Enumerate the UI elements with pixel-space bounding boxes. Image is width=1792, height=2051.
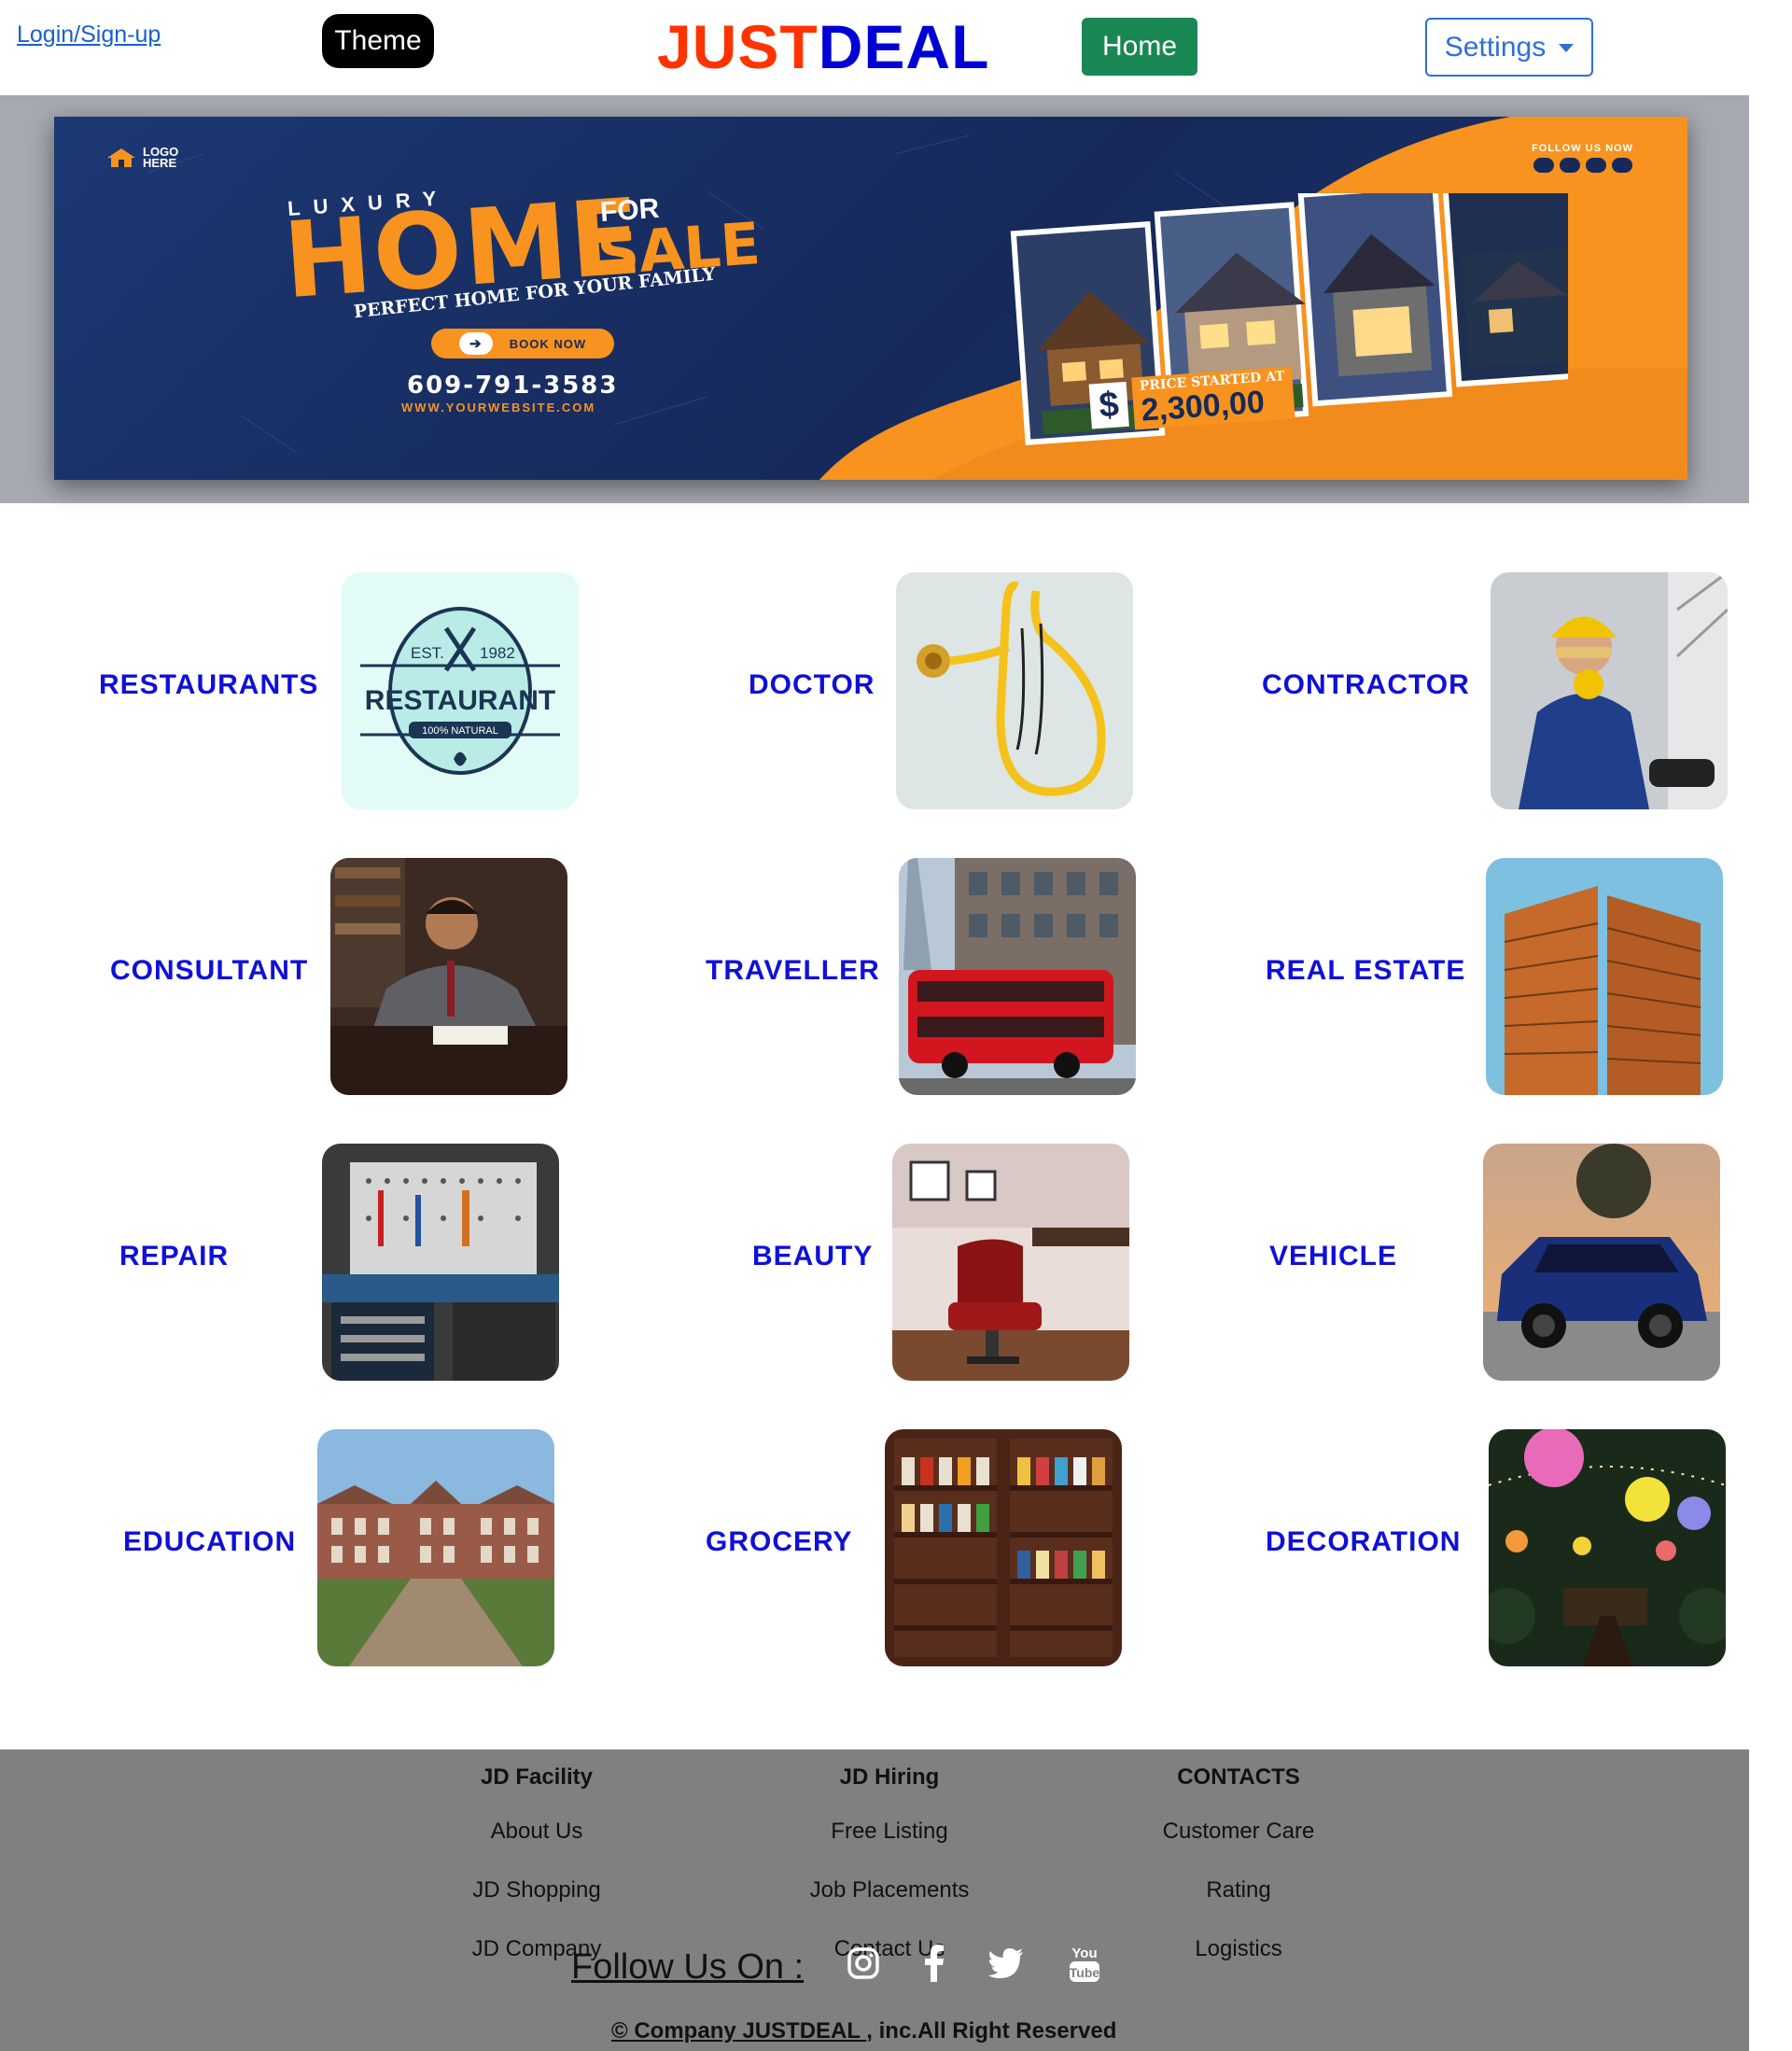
stethoscope-image — [896, 572, 1133, 809]
category-label-restaurants[interactable]: RESTAURANTS — [99, 669, 318, 701]
category-label-decoration[interactable]: DECORATION — [1266, 1526, 1461, 1558]
category-image-restaurants[interactable]: EST. 1982 RESTAURANT 100% NATURAL — [342, 572, 579, 809]
brand-part-deal: DEAL — [818, 12, 990, 81]
footer-column-jd-facility: JD Facility About Us JD Shopping JD Comp… — [397, 1749, 677, 1978]
contractor-worker-image — [1491, 572, 1728, 809]
category-label-consultant[interactable]: CONSULTANT — [110, 955, 308, 987]
house-icon — [107, 148, 135, 167]
barber-chair-image — [892, 1144, 1129, 1381]
footer-column-title: CONTACTS — [1177, 1764, 1300, 1790]
youtube-tube-text: Tube — [1070, 1965, 1100, 1980]
badge-ribbon-text: 100% NATURAL — [422, 725, 498, 737]
banner-section: LOGO HERE FOLLOW US NOW LUXURY HOME FOR … — [0, 95, 1749, 503]
footer-link-job-placements[interactable]: Job Placements — [749, 1861, 1029, 1919]
category-label-doctor[interactable]: DOCTOR — [749, 669, 875, 701]
caret-down-icon — [1559, 44, 1575, 52]
youtube-you-text: You — [1071, 1946, 1097, 1961]
category-label-repair[interactable]: REPAIR — [119, 1241, 229, 1272]
badge-title-text: RESTAURANT — [365, 685, 555, 716]
category-image-vehicle[interactable] — [1483, 1144, 1720, 1381]
blue-suv-image — [1483, 1144, 1720, 1381]
category-label-real-estate[interactable]: REAL ESTATE — [1266, 955, 1465, 987]
lanterns-image — [1489, 1429, 1726, 1666]
twitter-icon — [1559, 158, 1580, 173]
category-label-contractor[interactable]: CONTRACTOR — [1262, 669, 1470, 701]
banner-website: WWW.YOURWEBSITE.COM — [401, 400, 596, 414]
category-image-consultant[interactable] — [330, 858, 567, 1095]
category-image-beauty[interactable] — [892, 1144, 1129, 1381]
college-building-image — [317, 1429, 554, 1666]
home-button[interactable]: Home — [1082, 18, 1197, 76]
badge-year-text: 1982 — [480, 644, 515, 662]
dollar-icon: $ — [1088, 381, 1129, 429]
grocery-shelves-image — [885, 1429, 1122, 1666]
consultant-writing-image — [330, 858, 567, 1095]
category-label-education[interactable]: EDUCATION — [123, 1526, 296, 1558]
home-for-sale-banner[interactable]: LOGO HERE FOLLOW US NOW LUXURY HOME FOR … — [54, 117, 1687, 480]
tool-wall-image — [322, 1144, 559, 1381]
footer-link-rating[interactable]: Rating — [1099, 1861, 1379, 1919]
login-signup-link[interactable]: Login/Sign-up — [17, 21, 161, 49]
copyright-company-link[interactable]: © Company JUSTDEAL — [611, 2018, 866, 2044]
arrow-right-icon: ➔ — [458, 332, 493, 355]
book-now-label: BOOK NOW — [509, 336, 587, 351]
red-bus-image — [899, 858, 1136, 1095]
footer-column-title: JD Facility — [480, 1764, 594, 1790]
category-image-education[interactable] — [317, 1429, 554, 1666]
restaurant-logo-image: EST. 1982 RESTAURANT 100% NATURAL — [342, 572, 579, 809]
footer-column-contacts: CONTACTS Customer Care Rating Logistics — [1099, 1749, 1379, 1978]
category-image-decoration[interactable] — [1489, 1429, 1726, 1666]
theme-toggle-button[interactable]: Theme — [322, 14, 434, 68]
category-image-traveller[interactable] — [899, 858, 1136, 1095]
category-image-contractor[interactable] — [1491, 572, 1728, 809]
badge-est-text: EST. — [411, 644, 444, 662]
category-label-grocery[interactable]: GROCERY — [706, 1526, 853, 1558]
facebook-icon[interactable] — [915, 1943, 952, 1984]
brand-part-just: JUST — [657, 12, 819, 81]
high-rise-buildings-image — [1486, 858, 1723, 1095]
category-label-vehicle[interactable]: VEHICLE — [1269, 1241, 1397, 1272]
twitter-icon[interactable] — [987, 1943, 1025, 1984]
top-navbar: Login/Sign-up Theme JUSTDEAL Home Settin… — [0, 0, 1792, 95]
logo-text-2: HERE — [143, 156, 177, 170]
follow-us-label: Follow Us On : — [571, 1947, 805, 1987]
settings-label: Settings — [1444, 31, 1547, 63]
category-image-real-estate[interactable] — [1486, 858, 1723, 1095]
footer-link-logistics[interactable]: Logistics — [1099, 1919, 1379, 1978]
category-image-repair[interactable] — [322, 1144, 559, 1381]
copyright-text: © Company JUSTDEAL , inc.All Right Reser… — [611, 2018, 1116, 2044]
brand-logo[interactable]: JUSTDEAL — [657, 9, 989, 84]
banner-phone: 609-791-3583 — [407, 372, 619, 400]
book-now-button[interactable]: ➔ BOOK NOW — [431, 329, 614, 358]
banner-logo: LOGO HERE — [105, 146, 178, 170]
instagram-icon — [1611, 158, 1632, 173]
facebook-icon — [1533, 158, 1554, 173]
youtube-icon — [1585, 158, 1606, 173]
copyright-rest: , inc.All Right Reserved — [866, 2018, 1117, 2044]
footer-link-jd-shopping[interactable]: JD Shopping — [397, 1861, 677, 1919]
banner-follow-text: FOLLOW US NOW — [1532, 143, 1633, 154]
banner-follow-us: FOLLOW US NOW — [1532, 143, 1633, 173]
footer-link-about-us[interactable]: About Us — [397, 1802, 677, 1861]
settings-dropdown-button[interactable]: Settings — [1425, 18, 1593, 77]
instagram-icon[interactable] — [845, 1943, 882, 1984]
footer-link-customer-care[interactable]: Customer Care — [1099, 1802, 1379, 1861]
category-label-beauty[interactable]: BEAUTY — [752, 1241, 873, 1272]
category-image-grocery[interactable] — [885, 1429, 1122, 1666]
footer-column-title: JD Hiring — [839, 1764, 940, 1790]
youtube-icon[interactable]: You Tube — [1066, 1943, 1103, 1984]
footer-link-free-listing[interactable]: Free Listing — [749, 1802, 1029, 1861]
category-image-doctor[interactable] — [896, 572, 1133, 809]
category-label-traveller[interactable]: TRAVELLER — [706, 955, 880, 987]
